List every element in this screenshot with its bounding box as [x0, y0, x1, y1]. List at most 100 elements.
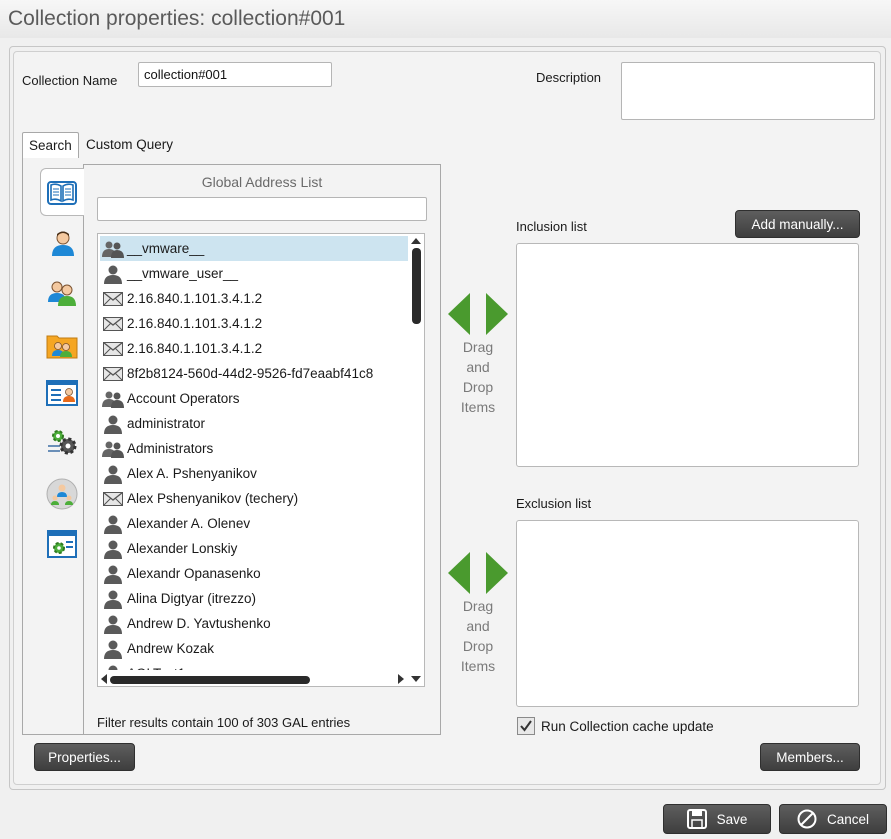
- properties-button[interactable]: Properties...: [34, 743, 135, 771]
- mail-icon: [102, 363, 124, 385]
- org-chart-button[interactable]: [44, 476, 82, 518]
- scroll-left-icon[interactable]: [99, 671, 109, 687]
- gal-list-item[interactable]: Account Operators: [100, 386, 410, 411]
- gal-list-item-label: Andrew D. Yavtushenko: [127, 616, 271, 631]
- tab-search-label: Search: [29, 138, 72, 153]
- collection-name-input[interactable]: [138, 62, 332, 87]
- settings-gears-icon: [48, 430, 77, 455]
- exclusion-list[interactable]: [516, 520, 859, 707]
- cancel-button[interactable]: Cancel: [779, 804, 887, 834]
- user-icon: [102, 538, 124, 560]
- exclusion-list-label: Exclusion list: [516, 496, 592, 511]
- gal-list-item-label: Alex A. Pshenyanikov: [127, 466, 257, 481]
- floppy-disk-icon: [686, 809, 707, 829]
- gal-list-item[interactable]: Alex A. Pshenyanikov: [100, 461, 410, 486]
- org-chart-icon: [46, 478, 78, 510]
- gal-list-item-label: Alexander Lonskiy: [127, 541, 238, 556]
- gal-list-item-label: Alexander A. Olenev: [127, 516, 251, 531]
- tab-custom-query-label: Custom Query: [86, 137, 174, 152]
- cancel-label: Cancel: [826, 811, 870, 827]
- gal-vertical-thumb[interactable]: [412, 248, 421, 324]
- address-book-button[interactable]: [40, 168, 84, 216]
- gal-status-text: Filter results contain 100 of 303 GAL en…: [97, 715, 351, 730]
- folder-filter-button[interactable]: [44, 326, 82, 368]
- gal-list[interactable]: __vmware__ __vmware_user__ 2.16.840.1.101.…: [97, 233, 425, 687]
- user-icon: [102, 613, 124, 635]
- gal-search-input[interactable]: [97, 197, 427, 221]
- checkmark-icon: [520, 720, 532, 732]
- save-label: Save: [716, 811, 748, 827]
- gal-list-item[interactable]: Alina Digtyar (itrezzo): [100, 586, 410, 611]
- window-title: Collection properties: collection#001: [8, 7, 346, 30]
- gal-list-item[interactable]: 2.16.840.1.101.3.4.1.2: [100, 336, 410, 361]
- members-button[interactable]: Members...: [760, 743, 860, 771]
- gal-list-item-label: Alexandr Opanasenko: [127, 566, 261, 581]
- user-icon: [102, 638, 124, 660]
- exclusion-drag-drop-hint: Drag and Drop Items: [460, 598, 496, 674]
- user-icon: [102, 563, 124, 585]
- group-icon: [102, 438, 124, 460]
- contact-card-button[interactable]: [44, 374, 82, 416]
- gal-list-item[interactable]: Alexandr Opanasenko: [100, 561, 410, 586]
- save-button[interactable]: Save: [663, 804, 771, 834]
- gal-list-item-label: 8f2b8124-560d-44d2-9526-fd7eaabf41c8: [127, 366, 374, 381]
- gal-list-item[interactable]: Alexander A. Olenev: [100, 511, 410, 536]
- gal-list-item[interactable]: Alex Pshenyanikov (techery): [100, 486, 410, 511]
- gal-list-item-label: 2.16.840.1.101.3.4.1.2: [127, 316, 263, 331]
- user-filter-button[interactable]: [44, 224, 82, 266]
- cache-update-checkbox[interactable]: [517, 717, 535, 735]
- cache-update-label: Run Collection cache update: [541, 719, 714, 734]
- user-icon: [102, 588, 124, 610]
- gal-list-item-label: Account Operators: [127, 391, 240, 406]
- scroll-right-icon[interactable]: [396, 671, 406, 687]
- gal-list-item[interactable]: Andrew Kozak: [100, 636, 410, 661]
- gal-list-item[interactable]: Administrators: [100, 436, 410, 461]
- gal-vertical-scrollbar[interactable]: [408, 234, 424, 682]
- user-icon: [102, 263, 124, 285]
- inclusion-drag-drop-hint: Drag and Drop Items: [460, 339, 496, 415]
- gal-title: Global Address List: [201, 174, 323, 190]
- user-icon: [102, 513, 124, 535]
- address-book-icon: [47, 181, 77, 205]
- scroll-down-icon[interactable]: [408, 674, 424, 684]
- folder-users-icon: [46, 335, 78, 359]
- tab-custom-query[interactable]: Custom Query: [80, 132, 179, 158]
- gal-list-item-label: Alex Pshenyanikov (techery): [127, 491, 299, 506]
- app-window-button[interactable]: [44, 526, 82, 568]
- gal-list-item-label: __vmware_user__: [127, 266, 239, 281]
- group-filter-button[interactable]: [44, 274, 82, 316]
- add-manually-label: Add manually...: [751, 216, 844, 232]
- settings-filter-button[interactable]: [44, 424, 82, 466]
- properties-label: Properties...: [48, 749, 121, 765]
- mail-icon: [102, 288, 124, 310]
- group-icon: [102, 238, 124, 260]
- group-icon: [102, 388, 124, 410]
- title-bar: Collection properties: collection#001: [0, 0, 891, 38]
- gal-horizontal-thumb[interactable]: [110, 676, 310, 684]
- scroll-up-icon[interactable]: [408, 236, 424, 246]
- inclusion-list[interactable]: [516, 243, 859, 467]
- user-icon: [102, 413, 124, 435]
- gal-list-item-label: 2.16.840.1.101.3.4.1.2: [127, 341, 263, 356]
- gal-list-item[interactable]: 8f2b8124-560d-44d2-9526-fd7eaabf41c8: [100, 361, 410, 386]
- gal-list-item[interactable]: Andrew D. Yavtushenko: [100, 611, 410, 636]
- exclusion-arrows[interactable]: [446, 552, 510, 594]
- gal-list-item[interactable]: __vmware_user__: [100, 261, 410, 286]
- mail-icon: [102, 488, 124, 510]
- gal-list-item[interactable]: __vmware__: [100, 236, 410, 261]
- inclusion-arrows[interactable]: [446, 293, 510, 335]
- mail-icon: [102, 338, 124, 360]
- gal-list-item[interactable]: 2.16.840.1.101.3.4.1.2: [100, 311, 410, 336]
- group-icon: [48, 281, 76, 306]
- description-input[interactable]: [621, 62, 875, 120]
- move-left-right-icon: [448, 293, 508, 335]
- gal-list-item-label: Andrew Kozak: [127, 641, 215, 656]
- tab-search[interactable]: Search: [22, 132, 79, 158]
- gal-list-item-label: Alina Digtyar (itrezzo): [127, 591, 257, 606]
- add-manually-button[interactable]: Add manually...: [735, 210, 860, 238]
- gal-list-item[interactable]: Alexander Lonskiy: [100, 536, 410, 561]
- gal-horizontal-scrollbar[interactable]: [98, 670, 408, 686]
- gal-list-item[interactable]: administrator: [100, 411, 410, 436]
- collection-name-label: Collection Name: [22, 73, 118, 88]
- gal-list-item[interactable]: 2.16.840.1.101.3.4.1.2: [100, 286, 410, 311]
